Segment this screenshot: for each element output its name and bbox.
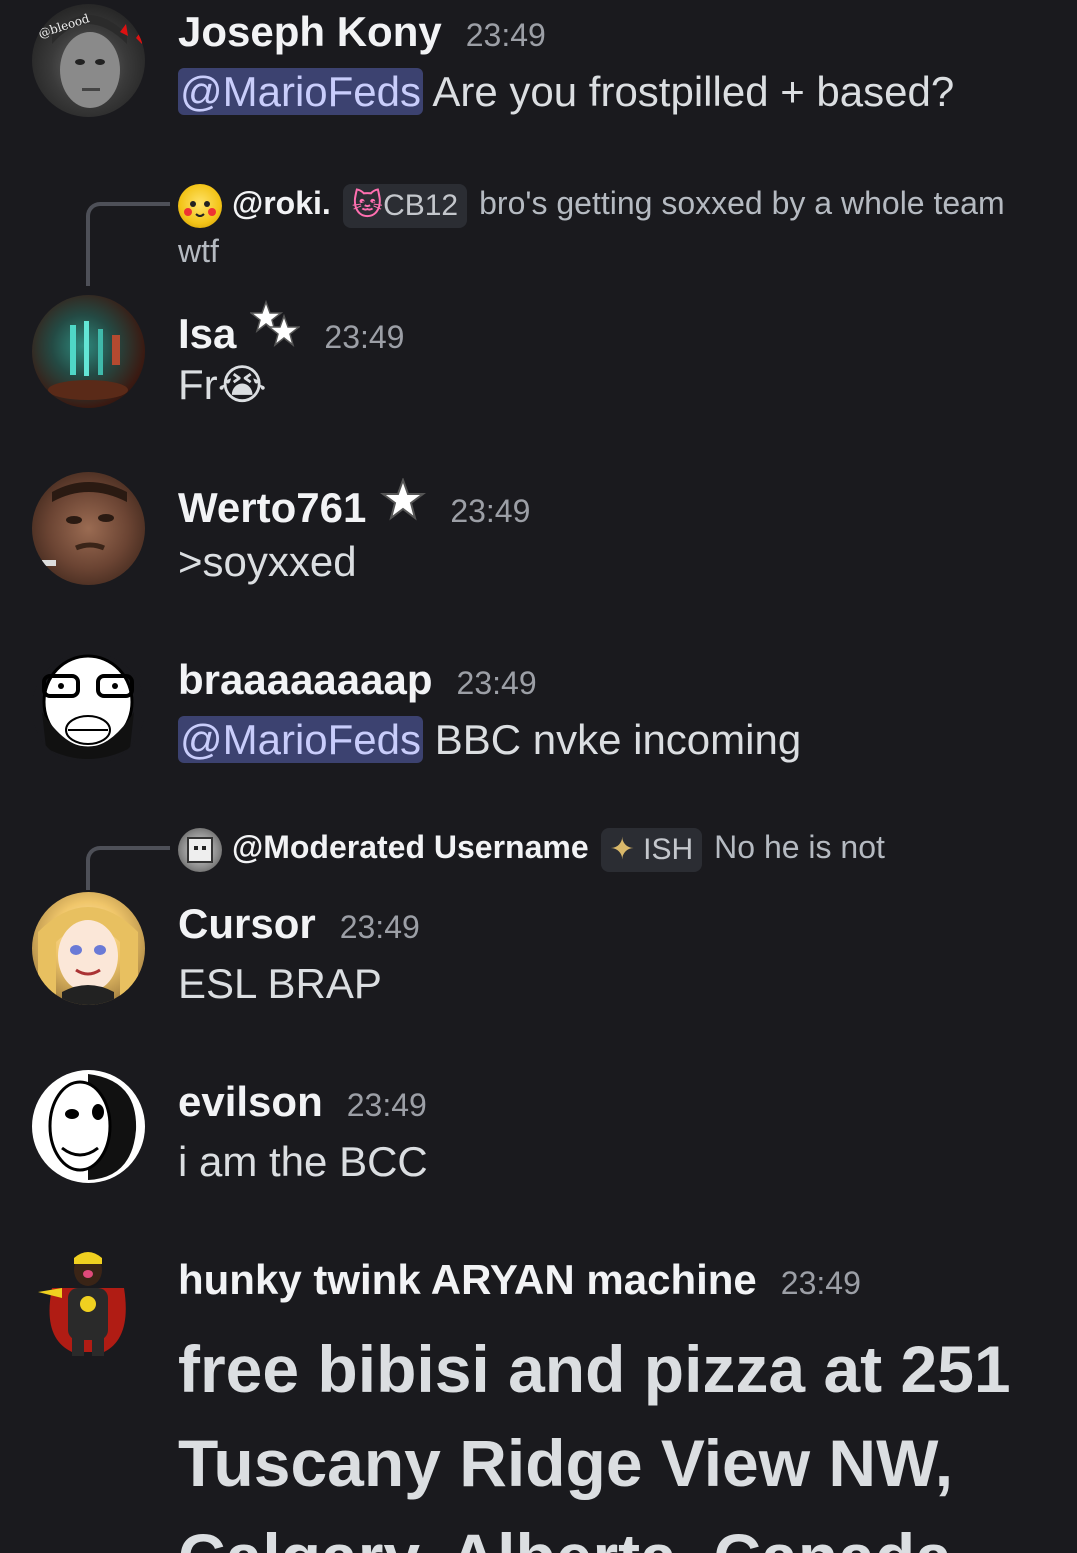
username[interactable]: Isa — [178, 310, 236, 358]
message-header: Isa 23:49 — [178, 299, 405, 358]
message-header: Joseph Kony 23:49 — [178, 8, 546, 56]
message-header: Werto761 23:49 — [178, 477, 531, 532]
avatar-image — [48, 321, 128, 400]
timestamp: 23:49 — [456, 665, 537, 701]
user-avatar[interactable] — [32, 295, 145, 408]
guild-tag[interactable]: ✦ ISH — [600, 827, 703, 872]
reply-username[interactable]: @roki. — [232, 185, 331, 221]
user-avatar[interactable] — [32, 652, 145, 765]
timestamp: 23:49 — [450, 493, 531, 529]
stars-icon — [249, 299, 302, 353]
message-content: >soyxxed — [178, 538, 357, 586]
message-header: Cursor 23:49 — [178, 900, 420, 948]
reply-avatar — [178, 827, 222, 872]
reply-content: @roki. 🐱CB12 bro's getting soxxed by a who… — [178, 180, 1018, 274]
message-content: @MarioFeds Are you frostpilled + based? — [178, 68, 954, 116]
message-content: i am the BCC — [178, 1138, 428, 1186]
timestamp: 23:49 — [780, 1265, 861, 1301]
reply-connector — [86, 202, 170, 286]
reply-connector — [86, 846, 170, 890]
message-header: hunky twink ARYAN machine 23:49 — [178, 1256, 861, 1304]
star-icon — [380, 477, 427, 527]
username[interactable]: Joseph Kony — [178, 8, 442, 56]
user-avatar[interactable] — [32, 472, 145, 585]
message-header: braaaaaaaap 23:49 — [178, 656, 537, 704]
avatar-image — [42, 482, 127, 566]
loudly-crying-emoji[interactable]: 😭 — [218, 361, 267, 408]
message-content: ESL BRAP — [178, 960, 382, 1008]
message-content: Fr😭 — [178, 360, 267, 409]
avatar-image — [42, 654, 134, 759]
guild-tag-label: CB12 — [383, 188, 459, 222]
avatar-image: @bleood — [37, 11, 142, 108]
username[interactable]: Cursor — [178, 900, 316, 948]
reply-content: @Moderated Username ✦ ISH No he is not — [178, 824, 1018, 872]
chat-message-list: @bleood Joseph Kony 23:49 @MarioFeds Are… — [0, 0, 1077, 1553]
message-text: >soyxxed — [178, 538, 357, 585]
message-heading-text: free bibisi and pizza at 251 Tuscany Rid… — [178, 1332, 1011, 1553]
username[interactable]: braaaaaaaap — [178, 656, 433, 704]
cat-icon: 🐱 — [351, 188, 384, 222]
username[interactable]: hunky twink ARYAN machine — [178, 1256, 757, 1304]
message-header: evilson 23:49 — [178, 1078, 427, 1126]
pixel-cat-icon — [187, 836, 213, 863]
message-text: BBC nvke incoming — [423, 716, 802, 763]
username[interactable]: evilson — [178, 1078, 323, 1126]
guild-tag-label: ISH — [643, 832, 694, 866]
user-avatar[interactable]: @bleood — [32, 4, 145, 117]
user-avatar[interactable] — [32, 892, 145, 1005]
timestamp: 23:49 — [346, 1087, 427, 1123]
reply-username[interactable]: @Moderated Username — [232, 829, 589, 865]
avatar-image — [38, 1252, 126, 1356]
message-text: Fr — [178, 361, 218, 408]
timestamp: 23:49 — [465, 17, 546, 53]
user-mention[interactable]: @MarioFeds — [178, 716, 424, 763]
message-text: ESL BRAP — [178, 960, 382, 1007]
diamond-icon: ✦ — [609, 832, 644, 866]
timestamp: 23:49 — [339, 909, 420, 945]
avatar-image — [48, 1074, 137, 1180]
guild-tag[interactable]: 🐱CB12 — [342, 183, 468, 228]
username[interactable]: Werto761 — [178, 484, 366, 532]
user-avatar[interactable] — [32, 1248, 145, 1361]
pikachu-icon — [184, 200, 216, 217]
user-avatar[interactable] — [32, 1070, 145, 1183]
timestamp: 23:49 — [324, 319, 405, 355]
user-mention[interactable]: @MarioFeds — [178, 68, 424, 115]
message-content: @MarioFeds BBC nvke incoming — [178, 716, 801, 764]
reply-avatar — [178, 183, 222, 228]
avatar-image — [38, 907, 138, 1005]
message-text: i am the BCC — [178, 1138, 428, 1185]
message-text: Are you frostpilled + based? — [423, 68, 955, 115]
reply-text: No he is not — [714, 829, 885, 865]
